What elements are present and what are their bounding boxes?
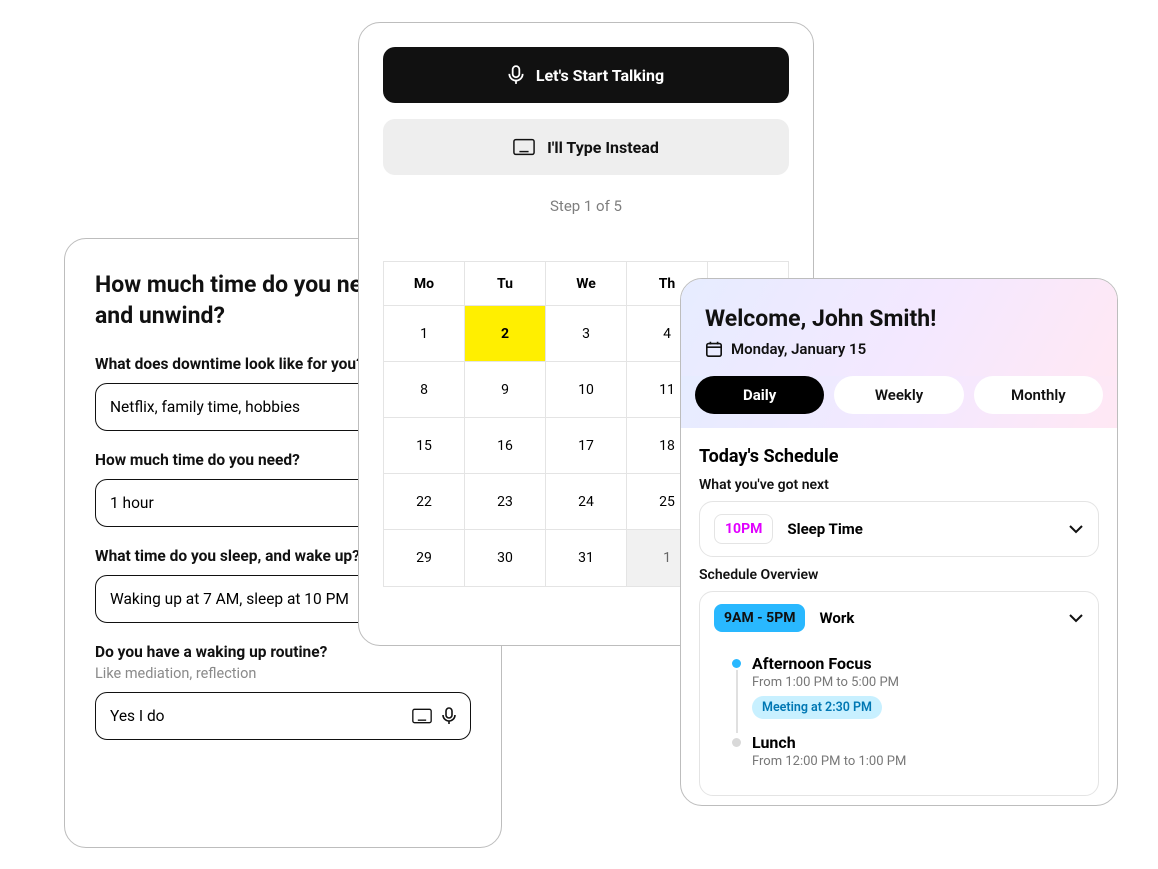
tl2-title: Lunch: [752, 733, 1084, 752]
calendar-day-cell[interactable]: 31: [546, 530, 627, 586]
type-instead-label: I'll Type Instead: [547, 138, 659, 157]
tab-daily[interactable]: Daily: [695, 376, 824, 414]
calendar-day-cell[interactable]: 16: [465, 418, 546, 474]
tl1-time: From 1:00 PM to 5:00 PM: [752, 675, 1084, 690]
timeline-item[interactable]: Afternoon Focus From 1:00 PM to 5:00 PM …: [734, 654, 1084, 719]
keyboard-icon: [513, 138, 535, 156]
view-tabs: Daily Weekly Monthly: [681, 376, 1117, 428]
calendar-day-cell[interactable]: 22: [384, 474, 465, 530]
calendar-day-cell[interactable]: 23: [465, 474, 546, 530]
next-card[interactable]: 10PM Sleep Time: [699, 501, 1099, 557]
next-time: 10PM: [714, 514, 773, 544]
tab-monthly[interactable]: Monthly: [974, 376, 1103, 414]
next-name: Sleep Time: [787, 520, 863, 538]
calendar-day-cell[interactable]: 15: [384, 418, 465, 474]
mic-icon: [508, 65, 524, 85]
calendar-day-cell[interactable]: 9: [465, 362, 546, 418]
calendar-day-cell[interactable]: 8: [384, 362, 465, 418]
start-talking-button[interactable]: Let's Start Talking: [383, 47, 789, 103]
calendar-day-cell[interactable]: 3: [546, 306, 627, 362]
calendar-day-cell[interactable]: 29: [384, 530, 465, 586]
timeline-dot-icon: [732, 659, 741, 668]
calendar-day-cell[interactable]: 24: [546, 474, 627, 530]
calendar-day-cell[interactable]: 10: [546, 362, 627, 418]
overview-label: Schedule Overview: [699, 567, 1099, 583]
calendar-day-cell[interactable]: 1: [384, 306, 465, 362]
chevron-down-icon: [1068, 613, 1084, 623]
calendar-day-cell[interactable]: 17: [546, 418, 627, 474]
dashboard-panel: Welcome, John Smith! Monday, January 15 …: [680, 278, 1118, 806]
keyboard-icon[interactable]: [412, 708, 432, 724]
tab-weekly[interactable]: Weekly: [834, 376, 963, 414]
date-row: Monday, January 15: [705, 340, 1093, 358]
tl1-badge: Meeting at 2:30 PM: [752, 696, 882, 719]
calendar-icon: [705, 340, 723, 358]
q4-field[interactable]: Yes I do: [95, 692, 471, 740]
work-time: 9AM - 5PM: [714, 604, 805, 632]
q4-sublabel: Like mediation, reflection: [95, 665, 471, 682]
timeline: Afternoon Focus From 1:00 PM to 5:00 PM …: [714, 654, 1084, 783]
calendar-header-cell: We: [546, 262, 627, 306]
chevron-down-icon: [1068, 524, 1084, 534]
date-text: Monday, January 15: [731, 340, 866, 358]
tl2-time: From 12:00 PM to 1:00 PM: [752, 754, 1084, 769]
timeline-dot-icon: [732, 738, 741, 747]
calendar-day-cell[interactable]: 30: [465, 530, 546, 586]
work-card[interactable]: 9AM - 5PM Work Afternoon Focus From 1:00…: [699, 591, 1099, 796]
q4-value: Yes I do: [110, 707, 412, 725]
welcome-text: Welcome, John Smith!: [705, 305, 1093, 332]
calendar-header-cell: Tu: [465, 262, 546, 306]
mic-icon[interactable]: [442, 707, 456, 725]
timeline-item[interactable]: Lunch From 12:00 PM to 1:00 PM: [734, 733, 1084, 769]
work-name: Work: [819, 609, 854, 627]
step-indicator: Step 1 of 5: [383, 197, 789, 215]
type-instead-button[interactable]: I'll Type Instead: [383, 119, 789, 175]
start-talking-label: Let's Start Talking: [536, 66, 664, 85]
calendar-day-cell[interactable]: 2: [465, 306, 546, 362]
today-schedule-title: Today's Schedule: [699, 446, 1099, 467]
tl1-title: Afternoon Focus: [752, 654, 1084, 673]
next-label: What you've got next: [699, 477, 1099, 493]
calendar-header-cell: Mo: [384, 262, 465, 306]
